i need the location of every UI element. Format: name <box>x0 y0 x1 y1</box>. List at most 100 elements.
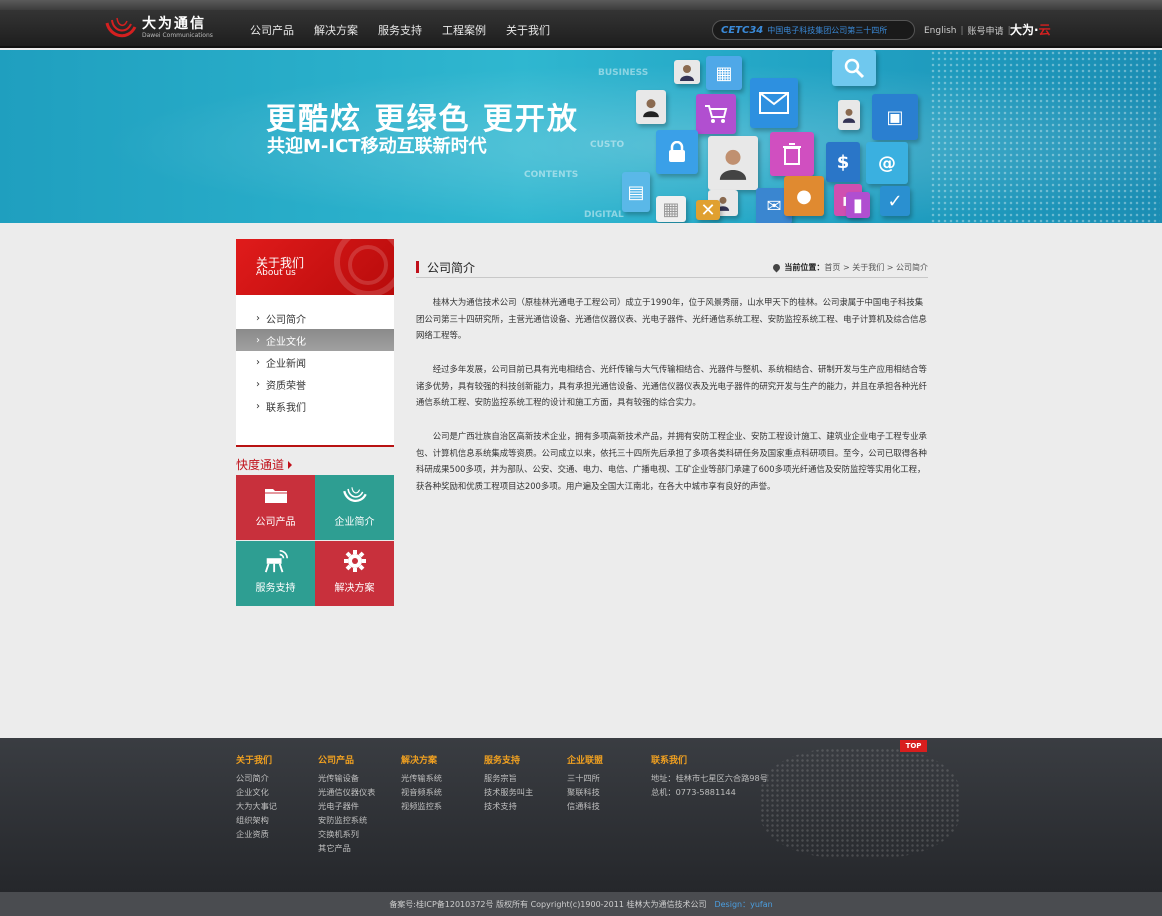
breadcrumb-label: 当前位置： <box>784 263 825 272</box>
footer-link[interactable]: 大为大事记 <box>236 799 277 813</box>
bubble-icon: ● <box>784 176 824 216</box>
footer-link[interactable]: 服务宗旨 <box>484 771 533 785</box>
quick-products-button[interactable]: 公司产品 <box>236 475 315 540</box>
banner-word: DIGITAL <box>584 210 624 220</box>
sidebar-item-contact[interactable]: › 联系我们 <box>236 395 394 417</box>
chevron-right-icon: › <box>256 378 260 390</box>
cetc-text: 中国电子科技集团公司第三十四所 <box>767 25 888 35</box>
cetc-badge[interactable]: CETC34 中国电子科技集团公司第三十四所 <box>712 20 915 40</box>
person-photo-icon <box>838 100 860 130</box>
page-title: 公司简介 <box>427 261 476 275</box>
main-nav: 公司产品 解决方案 服务支持 工程案例 关于我们 <box>240 22 560 38</box>
building-icon: ▦ <box>706 56 742 90</box>
nav-about[interactable]: 关于我们 <box>506 22 550 38</box>
quick-products-label: 公司产品 <box>255 517 296 528</box>
dollar-icon: $ <box>826 142 860 182</box>
intro-paragraph: 桂林大为通信技术公司（原桂林光通电子工程公司）成立于1990年，位于风景秀丽，山… <box>416 297 927 340</box>
footer-col-title: 公司产品 <box>318 756 355 766</box>
dawei-cloud-link[interactable]: 大为·云 <box>1010 21 1051 38</box>
footer-link[interactable]: 交换机系列 <box>318 827 375 841</box>
logo-swirl-icon <box>342 483 368 507</box>
top-links: English | 账号申请 | <box>924 24 1015 38</box>
footer-link[interactable]: 安防监控系统 <box>318 813 375 827</box>
sidebar-item-honors[interactable]: › 资质荣誉 <box>236 373 394 395</box>
mail-icon <box>750 78 798 128</box>
footer-link[interactable]: 技术服务叫主 <box>484 785 533 799</box>
chevron-right-icon: › <box>256 334 260 346</box>
cetc-logo: CETC34 <box>721 24 764 36</box>
nav-products[interactable]: 公司产品 <box>250 22 294 38</box>
person-photo-icon <box>636 90 666 124</box>
footer-link[interactable]: 光传输设备 <box>318 771 375 785</box>
calculator-icon: ▦ <box>656 196 686 222</box>
banner-word: BUSINESS <box>598 68 649 78</box>
search-icon <box>832 50 876 86</box>
gear-icon <box>342 549 368 573</box>
footer-col-contact: 联系我们 地址：桂林市七星区六合路98号 总机：0773-5881144 <box>651 753 768 799</box>
footer-link[interactable]: 光传输系统 <box>401 771 442 785</box>
sidebar-item-culture[interactable]: › 企业文化 <box>236 329 394 351</box>
logo-cn: 大为通信 <box>142 15 206 32</box>
quick-solutions-button[interactable]: 解决方案 <box>315 541 394 606</box>
sidebar-item-profile[interactable]: › 公司简介 <box>236 307 394 329</box>
folder-icon <box>263 483 289 507</box>
footer-link[interactable]: 光通信仪器仪表 <box>318 785 375 799</box>
dawei-cloud-suffix: 云 <box>1038 23 1051 37</box>
banner-subslogan: 共迎M-ICT移动互联新时代 <box>267 136 487 157</box>
back-to-top-button[interactable]: TOP <box>900 740 927 752</box>
check-icon: ✓ <box>880 186 910 216</box>
footer-link[interactable]: 组织架构 <box>236 813 277 827</box>
person-photo-icon <box>674 60 700 84</box>
breadcrumb-path[interactable]: 首页 > 关于我们 > 公司简介 <box>824 262 928 273</box>
footer-col-title: 联系我们 <box>651 756 688 766</box>
copyright-bar: 备案号:桂ICP备12010372号 版权所有 Copyright(c)1900… <box>0 892 1162 916</box>
title-accent-bar <box>416 261 419 273</box>
english-link[interactable]: English <box>924 26 957 36</box>
account-link[interactable]: 账号申请 <box>968 24 1004 37</box>
footer-col-title: 服务支持 <box>484 756 521 766</box>
copyright-text: 备案号:桂ICP备12010372号 版权所有 Copyright(c)1900… <box>389 899 707 909</box>
logo-en: Dawei Communications <box>142 31 213 39</box>
sidebar-header: 关于我们 About us <box>236 239 394 295</box>
footer-link[interactable]: 企业资质 <box>236 827 277 841</box>
quick-support-button[interactable]: 服务支持 <box>236 541 315 606</box>
chevron-right-icon: › <box>256 356 260 368</box>
footer-link[interactable]: 光电子器件 <box>318 799 375 813</box>
footer-link[interactable]: 公司简介 <box>236 771 277 785</box>
footer-link[interactable]: 企业文化 <box>236 785 277 799</box>
nav-solutions[interactable]: 解决方案 <box>314 22 358 38</box>
sidebar-item-label: 公司简介 <box>266 314 306 326</box>
footer-link[interactable]: 其它产品 <box>318 841 375 855</box>
footer-link[interactable]: 视频监控系 <box>401 799 442 813</box>
footer-link[interactable]: 信通科技 <box>567 799 603 813</box>
footer-col-support: 服务支持 服务宗旨 技术服务叫主 技术支持 <box>484 753 533 813</box>
sidebar-item-label: 联系我们 <box>266 402 306 414</box>
footer-link[interactable]: 三十四所 <box>567 771 603 785</box>
image-icon: ▣ <box>872 94 918 140</box>
breadcrumb: 当前位置： 首页 > 关于我们 > 公司简介 <box>771 262 928 273</box>
chevron-right-icon: › <box>256 400 260 412</box>
separator: | <box>960 25 964 36</box>
footer-link[interactable]: 聚联科技 <box>567 785 603 799</box>
sidebar-item-label: 资质荣誉 <box>266 380 306 392</box>
quick-company-button[interactable]: 企业简介 <box>315 475 394 540</box>
quick-solutions-label: 解决方案 <box>334 583 375 594</box>
quick-access-title: 快度通道 <box>236 456 292 473</box>
footer-link[interactable]: 技术支持 <box>484 799 533 813</box>
design-credit-link[interactable]: Design：yufan <box>714 899 772 910</box>
close-icon: ✕ <box>696 200 720 221</box>
quick-company-label: 企业简介 <box>334 517 375 528</box>
nav-support[interactable]: 服务支持 <box>378 22 422 38</box>
trash-icon <box>770 132 814 176</box>
logo[interactable]: 大为通信 Dawei Communications <box>104 14 213 42</box>
sidebar-item-news[interactable]: › 企业新闻 <box>236 351 394 373</box>
logo-swirl-icon <box>104 15 138 41</box>
footer-address: 地址：桂林市七星区六合路98号 <box>651 773 768 783</box>
footer-col-title: 企业联盟 <box>567 756 604 766</box>
footer-col-alliance: 企业联盟 三十四所 聚联科技 信通科技 <box>567 753 603 813</box>
woman-photo-icon <box>708 136 758 190</box>
footer-link[interactable]: 视音频系统 <box>401 785 442 799</box>
sidebar-item-label: 企业新闻 <box>266 358 306 370</box>
bar-chart-icon: ▮ <box>846 192 870 218</box>
nav-cases[interactable]: 工程案例 <box>442 22 486 38</box>
